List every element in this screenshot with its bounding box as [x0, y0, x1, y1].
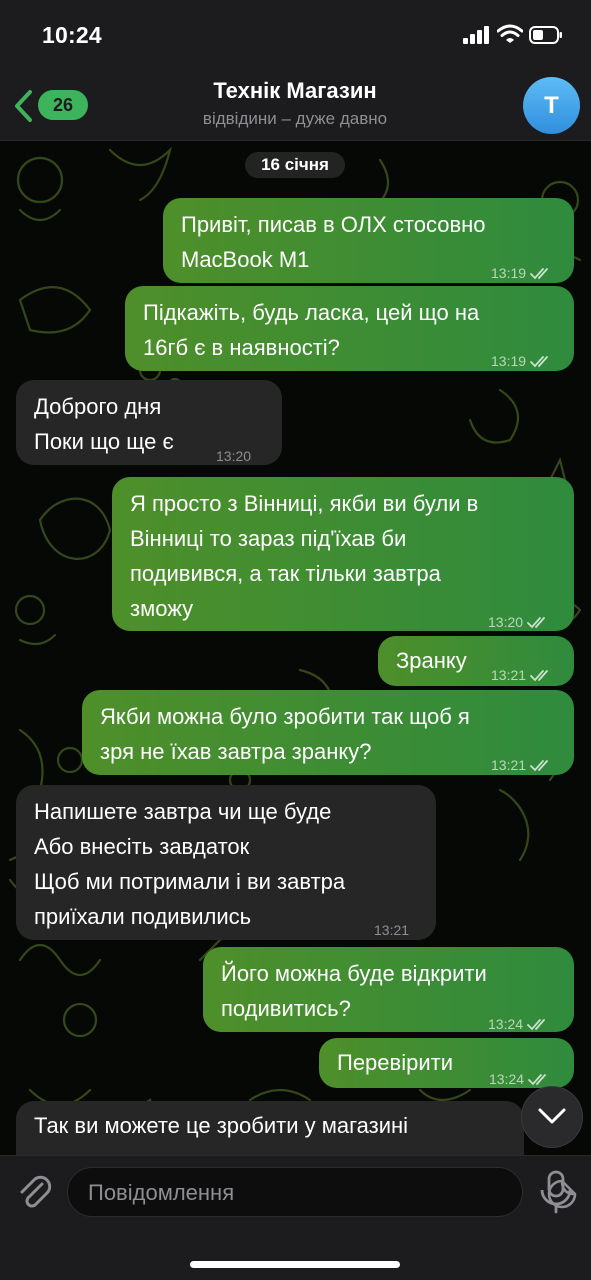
message-line: Зранку: [396, 648, 467, 673]
date-divider: 16 січня: [245, 152, 345, 178]
message-line: 16гб є в наявності?: [143, 335, 340, 360]
message-line: Щоб ми потримали і ви завтра: [34, 869, 346, 894]
outgoing-message[interactable]: Його можна буде відкрити подивитись? 13:24: [203, 947, 574, 1032]
outgoing-message[interactable]: Привіт, писав в ОЛХ стосовно MacBook M1 13…: [163, 198, 574, 283]
battery-icon: [529, 26, 562, 44]
message-time: 13:24: [489, 1071, 525, 1087]
message-line: приїхали подивились: [34, 904, 252, 929]
status-time: 10:24: [42, 22, 102, 48]
message-line: MacBook M1: [181, 247, 310, 272]
message-time: 13:24: [488, 1016, 524, 1032]
outgoing-message[interactable]: Підкажіть, будь ласка, цей що на 16гб є в…: [125, 286, 574, 371]
message-line: Вінниці то зараз під'їхав би: [130, 526, 407, 551]
avatar[interactable]: Т: [523, 77, 580, 134]
chevron-left-icon: [15, 90, 32, 122]
status-bar: 10:24: [0, 0, 591, 70]
last-seen-status: відвідини – дуже давно: [202, 109, 388, 128]
telegram-chat-screen: 10:24 26 Технік Магазин відвідини – дуже…: [0, 0, 591, 1280]
message-line: Привіт, писав в ОЛХ стосовно: [181, 212, 486, 237]
cellular-signal-icon: [463, 26, 489, 44]
message-line: Якби можна було зробити так щоб я: [100, 704, 470, 729]
incoming-message[interactable]: Доброго дня Поки що ще є 13:20: [16, 380, 282, 465]
message-line: Або внесіть завдаток: [34, 834, 250, 859]
incoming-message[interactable]: Напишете завтра чи ще буде Або внесіть за…: [16, 785, 436, 940]
message-line: Доброго дня: [34, 394, 162, 419]
outgoing-message[interactable]: Перевірити 13:24: [319, 1038, 574, 1088]
outgoing-message[interactable]: Я просто з Вінниці, якби ви були в Вінниц…: [112, 477, 574, 631]
message-meta: 13:19: [491, 344, 552, 379]
message-time: 13:19: [491, 265, 527, 281]
message-field[interactable]: [67, 1167, 577, 1218]
double-check-icon: [530, 670, 548, 682]
outgoing-message[interactable]: Якби можна було зробити так щоб я зря не …: [82, 690, 574, 775]
message-text: Підкажіть, будь ласка, цей що на 16гб є в…: [143, 295, 479, 365]
message-time: 13:21: [374, 922, 410, 938]
double-check-icon: [527, 1019, 545, 1031]
message-line: подивився, а так тільки завтра: [130, 561, 441, 586]
message-time: 13:19: [491, 353, 527, 369]
message-line: зможу: [130, 596, 194, 621]
message-text: Перевірити: [337, 1045, 453, 1080]
scroll-down-button[interactable]: [521, 1086, 583, 1148]
message-input[interactable]: [86, 1168, 470, 1218]
message-line: Підкажіть, будь ласка, цей що на: [143, 300, 480, 325]
chat-title[interactable]: Технік Магазин: [140, 78, 450, 104]
message-time: 13:21: [491, 757, 527, 773]
message-line: Я просто з Вінниці, якби ви були в: [130, 491, 479, 516]
unread-count-badge: 26: [38, 90, 88, 120]
message-time: 13:21: [491, 667, 527, 683]
message-text: Його можна буде відкрити подивитись?: [221, 956, 487, 1026]
microphone-icon[interactable]: [538, 1170, 574, 1214]
message-line: Так ви можете це зробити у магазині: [34, 1113, 409, 1138]
message-meta: 13:21: [374, 913, 409, 948]
double-check-icon: [527, 617, 545, 629]
message-text: Так ви можете це зробити у магазині: [34, 1108, 408, 1143]
message-meta: 13:21: [491, 658, 552, 693]
double-check-icon: [528, 1074, 546, 1086]
message-line: Перевірити: [337, 1050, 453, 1075]
chat-header: 26 Технік Магазин відвідини – дуже давно…: [0, 70, 591, 141]
message-line: Його можна буде відкрити: [221, 961, 487, 986]
double-check-icon: [530, 268, 548, 280]
message-line: Напишете завтра чи ще буде: [34, 799, 332, 824]
double-check-icon: [530, 356, 548, 368]
message-text: Доброго дня Поки що ще є: [34, 389, 174, 459]
message-meta: 13:21: [491, 748, 552, 783]
paperclip-icon[interactable]: [14, 1172, 54, 1212]
home-indicator: [190, 1261, 400, 1268]
message-line: подивитись?: [221, 996, 351, 1021]
outgoing-message[interactable]: Зранку 13:21: [378, 636, 574, 686]
message-text: Зранку: [396, 643, 467, 678]
chevron-down-icon: [538, 1108, 566, 1124]
back-button[interactable]: 26: [8, 82, 88, 126]
message-time: 13:20: [488, 614, 524, 630]
message-meta: 13:20: [488, 605, 549, 640]
message-text: Напишете завтра чи ще буде Або внесіть за…: [34, 794, 345, 934]
message-line: зря не їхав завтра зранку?: [100, 739, 372, 764]
message-line: Поки що ще є: [34, 429, 174, 454]
message-meta: 13:20: [216, 439, 251, 474]
wifi-icon: [497, 24, 523, 43]
message-text: Привіт, писав в ОЛХ стосовно MacBook M1: [181, 207, 486, 277]
message-meta: 13:24: [488, 1007, 549, 1042]
double-check-icon: [530, 760, 548, 772]
composer-bar: [0, 1155, 591, 1280]
message-text: Я просто з Вінниці, якби ви були в Вінниц…: [130, 486, 478, 626]
message-time: 13:20: [216, 448, 252, 464]
message-text: Якби можна було зробити так щоб я зря не …: [100, 699, 470, 769]
incoming-message[interactable]: Так ви можете це зробити у магазині13:24: [16, 1101, 524, 1171]
